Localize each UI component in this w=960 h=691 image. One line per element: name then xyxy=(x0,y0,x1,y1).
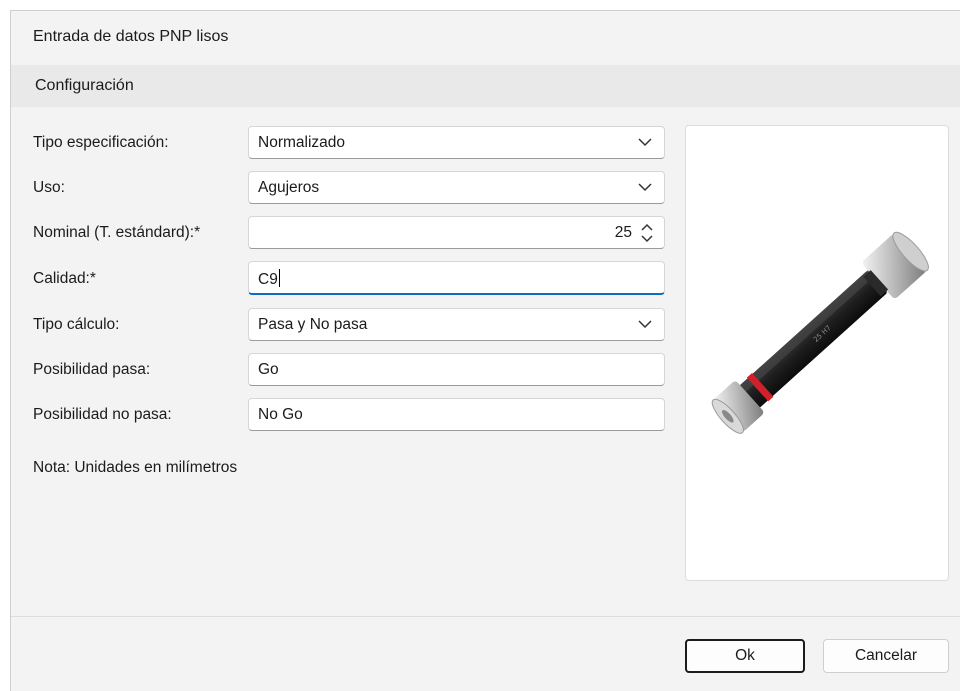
chevron-down-icon xyxy=(638,138,652,147)
dialog-window: Entrada de datos PNP lisos Configuración… xyxy=(10,10,960,691)
posibilidad-pasa-value: Go xyxy=(258,361,279,378)
posibilidad-no-pasa-label: Posibilidad no pasa: xyxy=(33,406,172,423)
nominal-label: Nominal (T. estándard):* xyxy=(33,224,201,241)
cancel-button[interactable]: Cancelar xyxy=(823,639,949,673)
calidad-input[interactable]: C9 xyxy=(248,261,665,295)
posibilidad-no-pasa-value: No Go xyxy=(258,406,303,423)
uso-label: Uso: xyxy=(33,179,65,196)
calidad-label: Calidad:* xyxy=(33,270,96,287)
tipo-calculo-value: Pasa y No pasa xyxy=(258,316,368,333)
uso-select[interactable]: Agujeros xyxy=(248,171,665,204)
posibilidad-pasa-label: Posibilidad pasa: xyxy=(33,361,151,378)
tipo-especificacion-value: Normalizado xyxy=(258,134,346,151)
tipo-calculo-select[interactable]: Pasa y No pasa xyxy=(248,308,665,341)
section-header: Configuración xyxy=(11,65,960,107)
text-caret xyxy=(278,269,280,287)
tipo-especificacion-select[interactable]: Normalizado xyxy=(248,126,665,159)
chevron-down-icon xyxy=(638,183,652,192)
title-bar: Entrada de datos PNP lisos xyxy=(11,11,960,65)
calidad-value: C9 xyxy=(258,271,278,288)
calidad-value-wrap: C9 xyxy=(258,269,280,289)
nominal-number-input[interactable]: 25 xyxy=(248,216,665,249)
ok-button[interactable]: Ok xyxy=(685,639,805,673)
units-note: Nota: Unidades en milímetros xyxy=(33,459,238,476)
posibilidad-pasa-input[interactable]: Go xyxy=(248,353,665,386)
section-label: Configuración xyxy=(35,77,134,94)
nominal-value: 25 xyxy=(614,224,632,241)
window-title: Entrada de datos PNP lisos xyxy=(33,28,229,45)
tipo-calculo-label: Tipo cálculo: xyxy=(33,316,120,333)
plug-gauge-image: 25 H7 xyxy=(711,231,929,434)
uso-value: Agujeros xyxy=(258,179,320,196)
gauge-image-panel: 25 H7 xyxy=(685,125,949,581)
posibilidad-no-pasa-input[interactable]: No Go xyxy=(248,398,665,431)
chevron-down-icon xyxy=(638,320,652,329)
footer-divider xyxy=(11,616,960,617)
spin-updown-icon[interactable] xyxy=(640,223,654,243)
tipo-especificacion-label: Tipo especificación: xyxy=(33,134,169,151)
